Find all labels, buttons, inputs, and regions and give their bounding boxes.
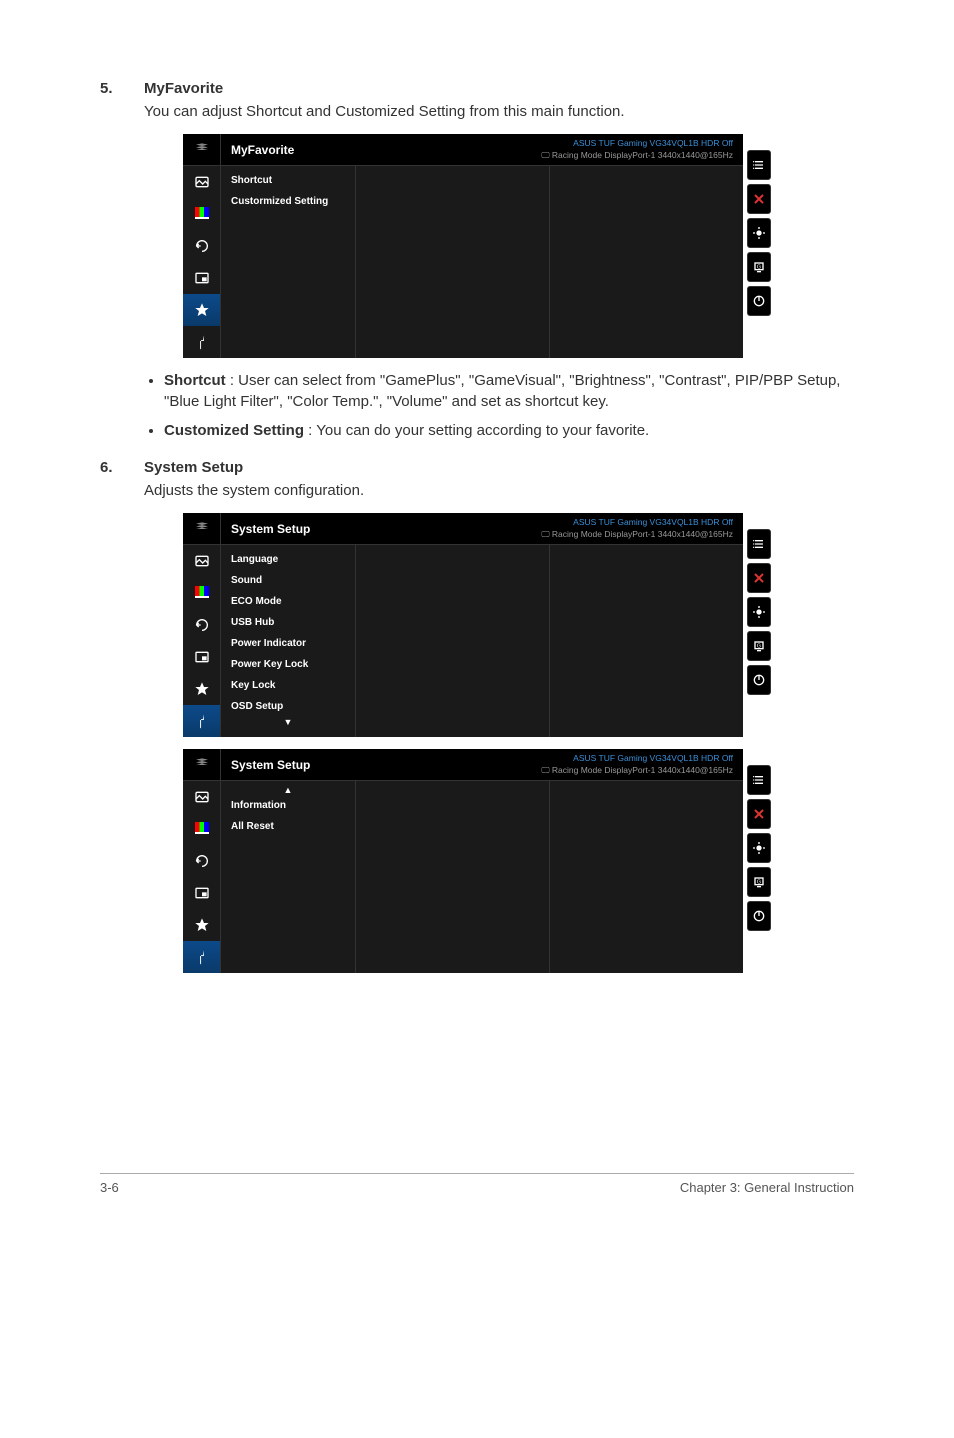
menu-item[interactable]: All Reset — [221, 816, 355, 837]
menu-item[interactable]: USB Hub — [221, 612, 355, 633]
chapter-label: Chapter 3: General Instruction — [680, 1180, 854, 1195]
close-icon[interactable] — [747, 799, 771, 829]
monitor-icon: 🖵 — [541, 765, 549, 775]
menu-icon[interactable] — [747, 150, 771, 180]
svg-text:G: G — [757, 643, 761, 649]
osd-header-info: ASUS TUF Gaming VG34VQL1B HDR Off 🖵 Raci… — [351, 138, 733, 160]
list-item: Customized Setting : You can do your set… — [164, 420, 854, 441]
section-title: System Setup — [144, 459, 243, 476]
list-item: Shortcut : User can select from "GamePlu… — [164, 370, 854, 412]
menu-item[interactable]: Information — [221, 795, 355, 816]
power-icon[interactable] — [747, 901, 771, 931]
menu-item[interactable]: Power Indicator — [221, 633, 355, 654]
tab-myfavorite-icon[interactable] — [183, 294, 220, 326]
bullet-list: Shortcut : User can select from "GamePlu… — [164, 370, 854, 441]
osd-title: System Setup — [231, 522, 351, 536]
power-icon[interactable] — [747, 665, 771, 695]
osd-header-info: ASUS TUF Gaming VG34VQL1B HDR Off 🖵 Raci… — [351, 753, 733, 775]
menu-item[interactable]: OSD Setup — [221, 696, 355, 717]
menu-item[interactable]: Language — [221, 549, 355, 570]
tuf-logo-icon — [183, 749, 220, 781]
tab-input-icon[interactable] — [183, 230, 220, 262]
joystick-icon[interactable] — [747, 218, 771, 248]
close-icon[interactable] — [747, 184, 771, 214]
osd-screenshot-system-1: System Setup ASUS TUF Gaming VG34VQL1B H… — [100, 513, 854, 737]
menu-icon[interactable] — [747, 529, 771, 559]
menu-item[interactable]: Custormized Setting — [221, 191, 355, 212]
tab-image-icon[interactable] — [183, 781, 220, 813]
joystick-icon[interactable] — [747, 597, 771, 627]
monitor-icon: 🖵 — [541, 529, 549, 539]
tab-color-icon[interactable] — [183, 577, 220, 609]
joystick-icon[interactable] — [747, 833, 771, 863]
section-title: MyFavorite — [144, 80, 223, 97]
monitor-icon: 🖵 — [541, 150, 549, 160]
tab-color-icon[interactable] — [183, 813, 220, 845]
up-arrow-icon[interactable]: ▲ — [221, 785, 355, 795]
gamevisual-icon[interactable]: G — [747, 252, 771, 282]
menu-item[interactable]: Sound — [221, 570, 355, 591]
tuf-logo-icon — [183, 513, 220, 545]
gamevisual-icon[interactable]: G — [747, 867, 771, 897]
power-icon[interactable] — [747, 286, 771, 316]
tab-pip-icon[interactable] — [183, 262, 220, 294]
tab-input-icon[interactable] — [183, 609, 220, 641]
tab-image-icon[interactable] — [183, 545, 220, 577]
close-icon[interactable] — [747, 563, 771, 593]
menu-icon[interactable] — [747, 765, 771, 795]
menu-item[interactable]: Power Key Lock — [221, 654, 355, 675]
tab-system-icon[interactable] — [183, 326, 220, 358]
down-arrow-icon[interactable]: ▼ — [221, 717, 355, 727]
menu-item[interactable]: Shortcut — [221, 170, 355, 191]
tuf-logo-icon — [183, 134, 220, 166]
tab-system-icon[interactable] — [183, 705, 220, 737]
svg-text:G: G — [757, 264, 761, 270]
tab-system-icon[interactable] — [183, 941, 220, 973]
osd-screenshot-system-2: System Setup ASUS TUF Gaming VG34VQL1B H… — [100, 749, 854, 973]
section-description: Adjusts the system configuration. — [144, 480, 854, 501]
tab-pip-icon[interactable] — [183, 877, 220, 909]
tab-input-icon[interactable] — [183, 845, 220, 877]
page-number: 3-6 — [100, 1180, 119, 1195]
section-description: You can adjust Shortcut and Customized S… — [144, 101, 854, 122]
svg-text:G: G — [757, 879, 761, 885]
section-number: 6. — [100, 459, 120, 476]
tab-color-icon[interactable] — [183, 198, 220, 230]
osd-title: MyFavorite — [231, 143, 351, 157]
section-number: 5. — [100, 80, 120, 97]
gamevisual-icon[interactable]: G — [747, 631, 771, 661]
tab-myfavorite-icon[interactable] — [183, 673, 220, 705]
tab-myfavorite-icon[interactable] — [183, 909, 220, 941]
menu-item[interactable]: Key Lock — [221, 675, 355, 696]
osd-screenshot-myfavorite: MyFavorite ASUS TUF Gaming VG34VQL1B HDR… — [100, 134, 854, 358]
menu-item[interactable]: ECO Mode — [221, 591, 355, 612]
osd-header-info: ASUS TUF Gaming VG34VQL1B HDR Off 🖵 Raci… — [351, 517, 733, 539]
tab-pip-icon[interactable] — [183, 641, 220, 673]
page-footer: 3-6 Chapter 3: General Instruction — [100, 1173, 854, 1195]
tab-image-icon[interactable] — [183, 166, 220, 198]
osd-title: System Setup — [231, 758, 351, 772]
